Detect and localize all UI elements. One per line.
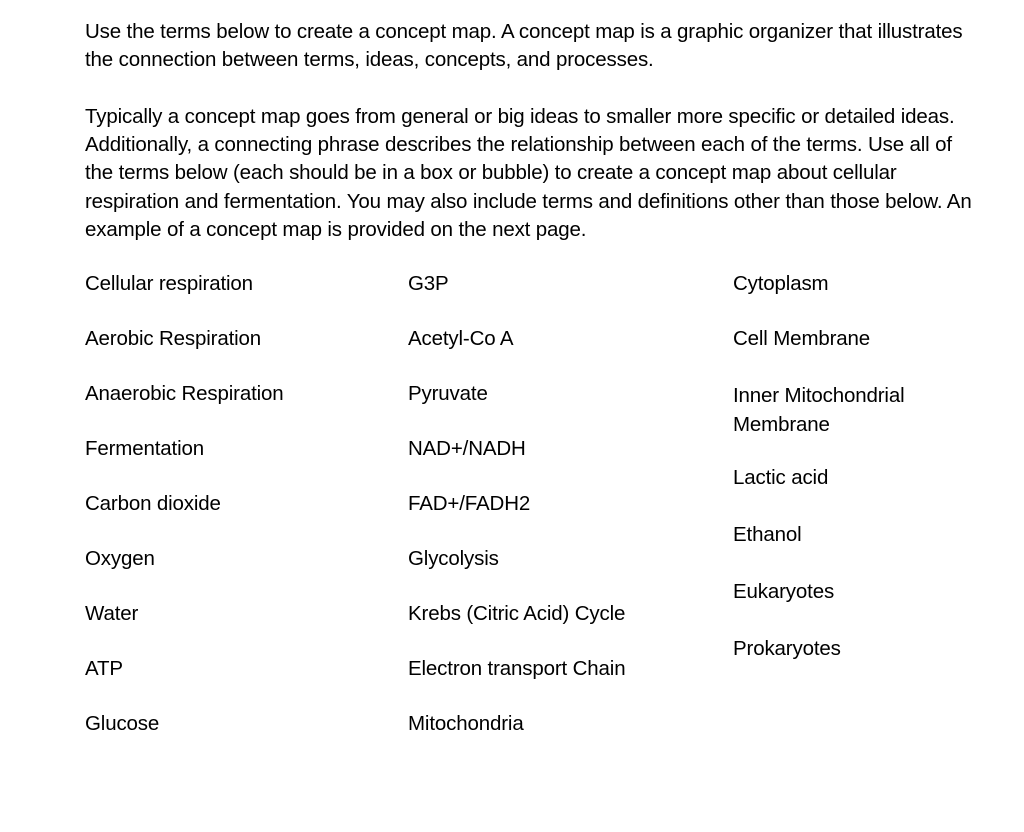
term-list: Cellular respiration Aerobic Respiration…: [0, 271, 1024, 771]
instruction-paragraph-2: Typically a concept map goes from genera…: [85, 104, 972, 242]
term-item: Glycolysis: [408, 547, 499, 570]
term-item: Electron transport Chain: [408, 657, 626, 680]
term-item: Krebs (Citric Acid) Cycle: [408, 602, 626, 625]
term-item: Cytoplasm: [733, 272, 829, 295]
term-column-3: Cytoplasm Cell Membrane Inner Mitochondr…: [733, 271, 1003, 693]
term-item: FAD+/FADH2: [408, 492, 531, 515]
term-item: NAD+/NADH: [408, 437, 526, 460]
term-item: Glucose: [85, 712, 160, 735]
term-item: Eukaryotes: [733, 580, 835, 603]
term-item: Cell Membrane: [733, 327, 871, 350]
term-item: Cellular respiration: [85, 272, 253, 295]
term-item: Inner Mitochondrial Membrane: [733, 384, 905, 436]
document-page: Use the terms below to create a concept …: [0, 0, 1024, 832]
term-column-2: G3P Acetyl-Co A Pyruvate NAD+/NADH FAD+/…: [408, 271, 723, 766]
term-item: Carbon dioxide: [85, 492, 221, 515]
term-item: Prokaryotes: [733, 637, 841, 660]
instruction-paragraph-1: Use the terms below to create a concept …: [85, 20, 963, 72]
term-item: ATP: [85, 657, 123, 680]
term-item: Lactic acid: [733, 466, 829, 489]
term-item: Water: [85, 602, 139, 625]
term-item: Acetyl-Co A: [408, 327, 514, 350]
term-item: Oxygen: [85, 547, 155, 570]
term-item: Pyruvate: [408, 382, 488, 405]
term-item: Fermentation: [85, 437, 204, 460]
term-item: Mitochondria: [408, 712, 524, 735]
term-item: Aerobic Respiration: [85, 327, 262, 350]
term-item: Anaerobic Respiration: [85, 382, 284, 405]
term-column-1: Cellular respiration Aerobic Respiration…: [85, 271, 395, 766]
term-item: Ethanol: [733, 523, 802, 546]
term-item: G3P: [408, 272, 449, 295]
instructions-block: Use the terms below to create a concept …: [85, 18, 975, 244]
